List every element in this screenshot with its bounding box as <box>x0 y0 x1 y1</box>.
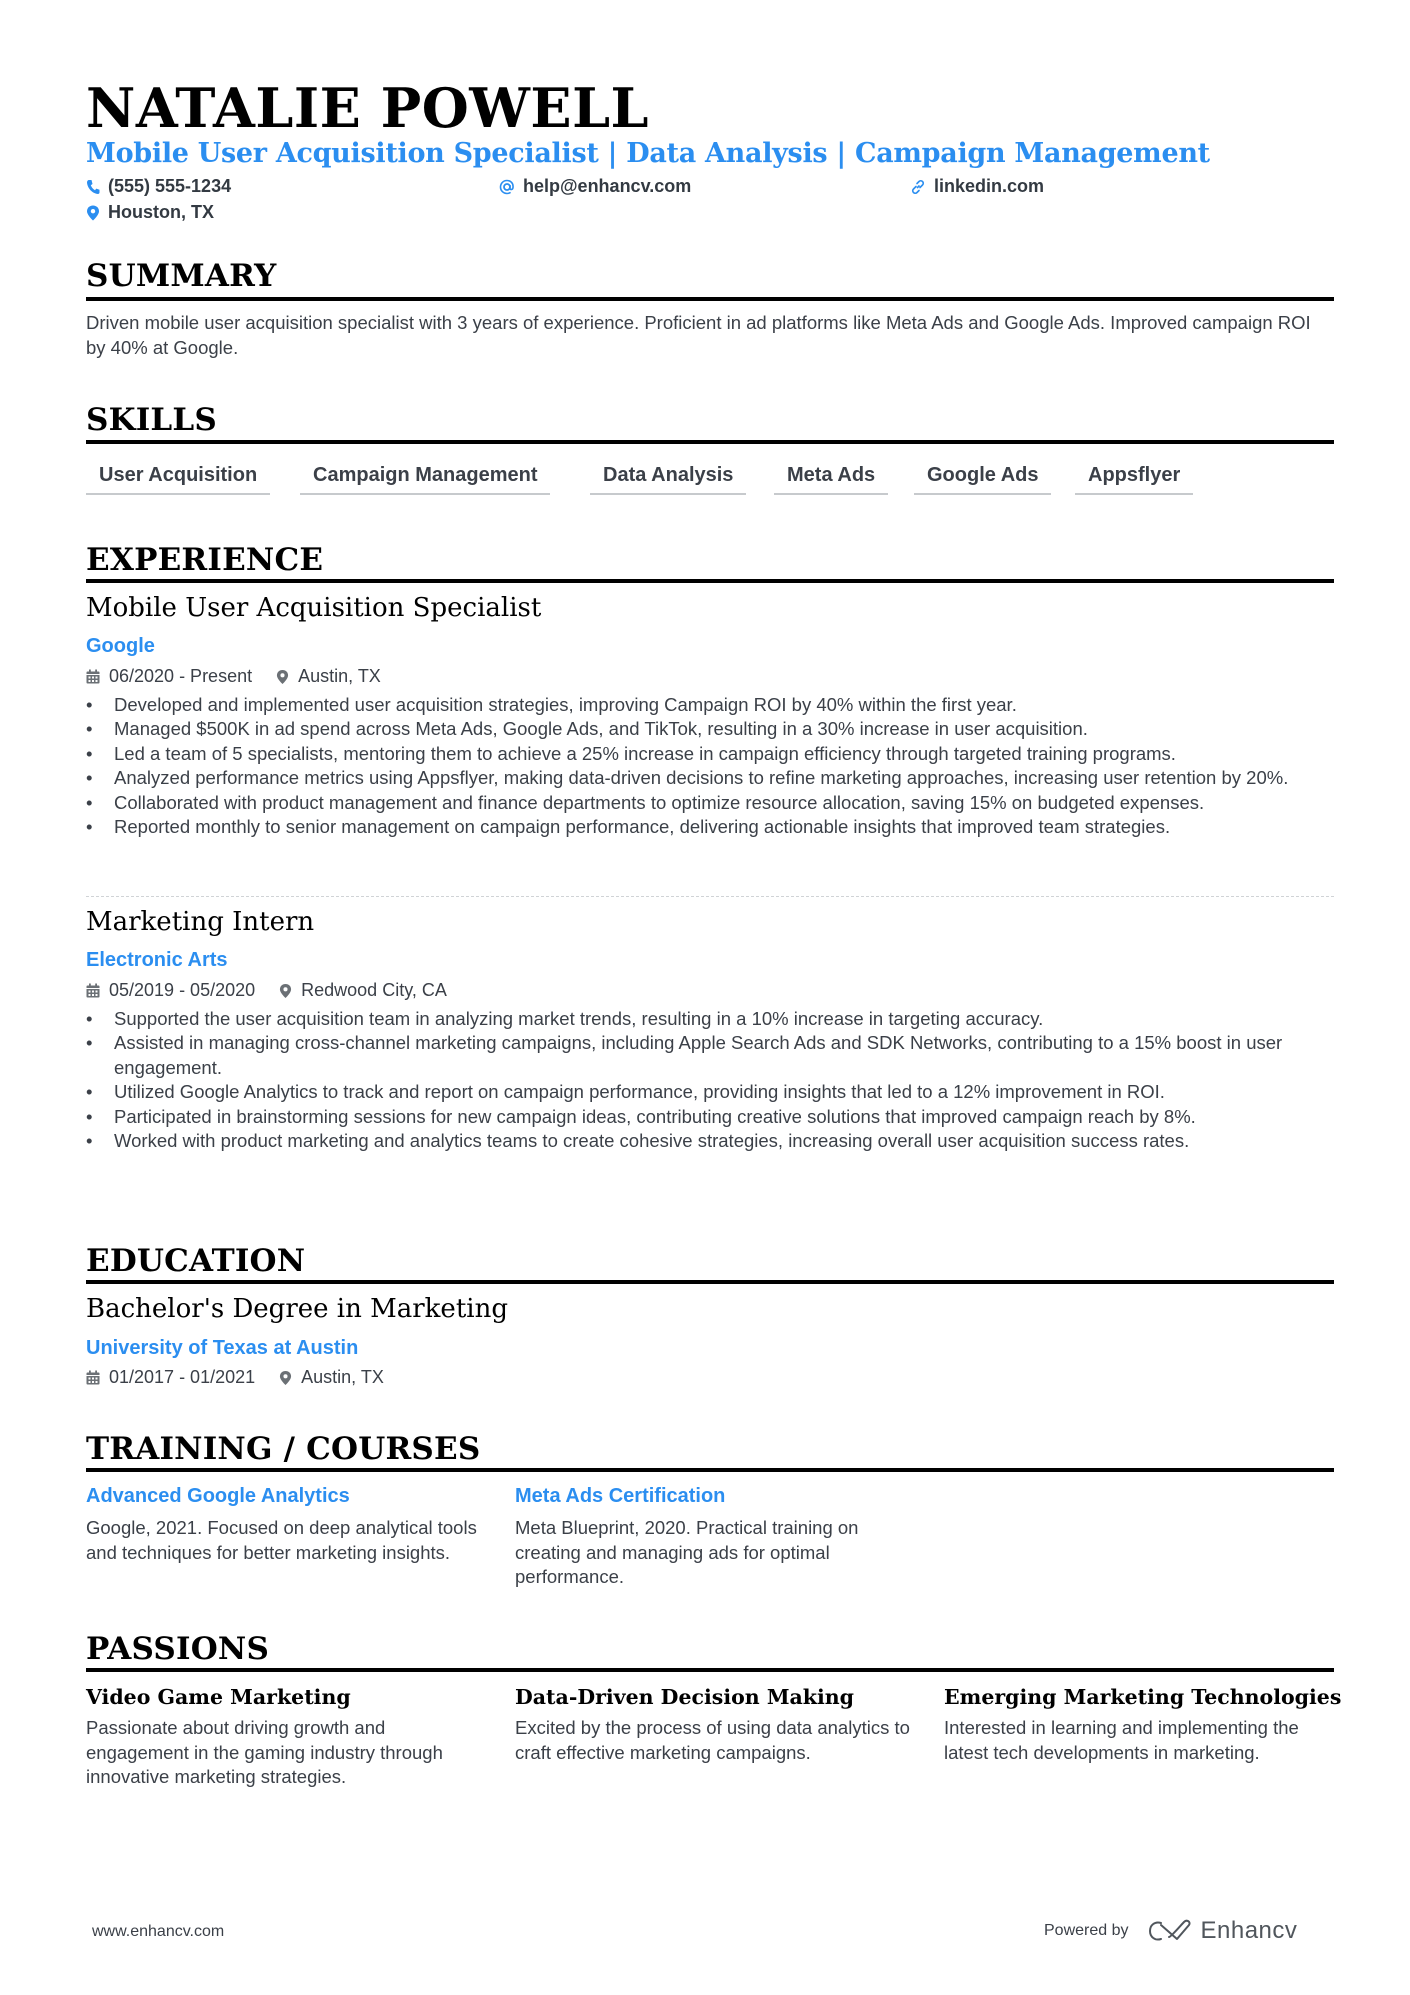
job-dates: 06/2020 - Present <box>86 666 252 687</box>
location-pin-icon <box>280 1370 292 1385</box>
section-heading-education: EDUCATION <box>86 1243 306 1279</box>
skill-tag: Google Ads <box>914 464 1052 495</box>
school-name[interactable]: University of Texas at Austin <box>86 1337 358 1360</box>
contact-location: Houston, TX <box>86 202 214 223</box>
candidate-name: NATALIE POWELL <box>86 76 650 140</box>
calendar-icon <box>86 1370 100 1385</box>
course-description: Meta Blueprint, 2020. Practical training… <box>515 1517 859 1587</box>
list-item: Assisted in managing cross-channel marke… <box>86 1031 1334 1080</box>
job-meta: 06/2020 - Present Austin, TX <box>86 666 405 687</box>
section-divider <box>86 579 1334 583</box>
passion-title: Emerging Marketing Technologies <box>944 1685 1342 1709</box>
entry-separator <box>86 896 1334 897</box>
list-item: Collaborated with product management and… <box>86 791 1334 816</box>
job-meta: 05/2019 - 05/2020 Redwood City, CA <box>86 980 471 1001</box>
linkedin-url: linkedin.com <box>934 176 1045 196</box>
enhancv-logo-icon <box>1148 1919 1190 1941</box>
list-item: Developed and implemented user acquisiti… <box>86 693 1334 718</box>
location-pin-icon <box>87 205 99 220</box>
footer-branding[interactable]: Powered by Enhancv <box>1044 1917 1297 1945</box>
list-item: Utilized Google Analytics to track and r… <box>86 1080 1334 1105</box>
course-title: Meta Ads Certification <box>515 1485 726 1507</box>
list-item: Participated in brainstorming sessions f… <box>86 1105 1334 1130</box>
job-title: Marketing Intern <box>86 907 315 937</box>
calendar-icon <box>86 669 100 684</box>
contact-email[interactable]: help@enhancv.com <box>499 176 691 197</box>
section-heading-passions: PASSIONS <box>86 1631 270 1667</box>
list-item: Analyzed performance metrics using Appsf… <box>86 766 1334 791</box>
at-icon <box>499 179 514 194</box>
job-location: Austin, TX <box>276 666 381 687</box>
education-dates: 01/2017 - 01/2021 <box>86 1367 255 1388</box>
passion-title: Data-Driven Decision Making <box>515 1685 855 1709</box>
course-description: Google, 2021. Focused on deep analytical… <box>86 1517 477 1563</box>
section-divider <box>86 440 1334 444</box>
enhancv-brand[interactable]: Enhancv <box>1147 1917 1298 1945</box>
education-meta: 01/2017 - 01/2021 Austin, TX <box>86 1367 408 1388</box>
skill-tag: Meta Ads <box>774 464 889 495</box>
list-item: Led a team of 5 specialists, mentoring t… <box>86 742 1334 767</box>
job-bullets: Developed and implemented user acquisiti… <box>86 693 1334 840</box>
job-location: Redwood City, CA <box>279 980 447 1001</box>
link-icon <box>911 179 925 194</box>
contact-phone[interactable]: (555) 555-1234 <box>86 176 231 197</box>
phone-number: (555) 555-1234 <box>108 176 232 196</box>
email-address: help@enhancv.com <box>523 176 692 196</box>
skill-tag: User Acquisition <box>86 464 271 495</box>
section-heading-experience: EXPERIENCE <box>86 542 324 578</box>
footer-website-link[interactable]: www.enhancv.com <box>92 1923 224 1941</box>
calendar-icon <box>86 983 100 998</box>
degree-title: Bachelor's Degree in Marketing <box>86 1294 508 1324</box>
passion-description: Interested in learning and implementing … <box>944 1717 1299 1763</box>
company-name[interactable]: Google <box>86 635 155 658</box>
location-pin-icon <box>277 669 289 684</box>
list-item: Worked with product marketing and analyt… <box>86 1129 1334 1154</box>
brand-name: Enhancv <box>1200 1917 1298 1944</box>
passion-title: Video Game Marketing <box>86 1685 351 1709</box>
section-heading-training: TRAINING / COURSES <box>86 1431 481 1467</box>
section-divider <box>86 1280 1334 1284</box>
list-item: Managed $500K in ad spend across Meta Ad… <box>86 717 1334 742</box>
skill-tag: Campaign Management <box>300 464 551 495</box>
section-heading-skills: SKILLS <box>86 402 218 438</box>
skill-tag: Data Analysis <box>590 464 747 495</box>
list-item: Supported the user acquisition team in a… <box>86 1007 1334 1032</box>
passion-description: Passionate about driving growth and enga… <box>86 1717 443 1787</box>
summary-text: Driven mobile user acquisition specialis… <box>86 312 1311 358</box>
job-bullets: Supported the user acquisition team in a… <box>86 1007 1334 1154</box>
passion-description: Excited by the process of using data ana… <box>515 1717 910 1763</box>
job-title: Mobile User Acquisition Specialist <box>86 593 542 623</box>
candidate-headline: Mobile User Acquisition Specialist | Dat… <box>86 138 1210 169</box>
skill-tag: Appsflyer <box>1075 464 1194 495</box>
powered-by-label: Powered by <box>1044 1922 1129 1939</box>
section-divider <box>86 297 1334 301</box>
location-text: Houston, TX <box>108 202 214 222</box>
course-title: Advanced Google Analytics <box>86 1485 350 1507</box>
section-divider <box>86 1668 1334 1672</box>
phone-icon <box>87 179 100 194</box>
education-location: Austin, TX <box>279 1367 384 1388</box>
list-item: Reported monthly to senior management on… <box>86 815 1334 840</box>
section-heading-summary: SUMMARY <box>86 258 277 294</box>
contact-linkedin[interactable]: linkedin.com <box>910 176 1044 197</box>
company-name[interactable]: Electronic Arts <box>86 949 228 972</box>
location-pin-icon <box>280 983 292 998</box>
job-dates: 05/2019 - 05/2020 <box>86 980 255 1001</box>
section-divider <box>86 1468 1334 1472</box>
